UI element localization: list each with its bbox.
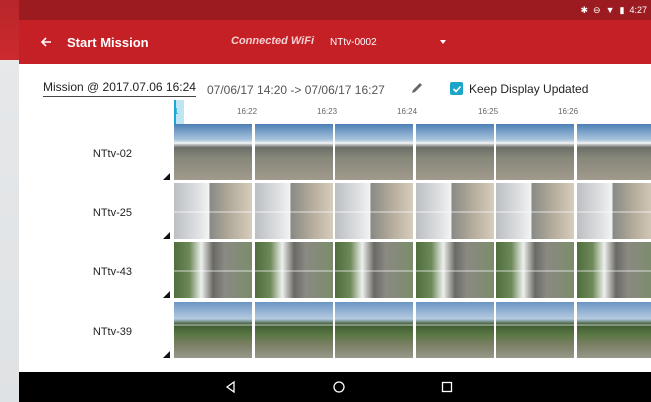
thumbnail-detail (576, 142, 651, 144)
thumbnail-detail (174, 324, 252, 326)
wifi-label: Connected WiFi (231, 35, 315, 47)
circle-home-icon (333, 381, 345, 393)
nav-back-button[interactable] (224, 380, 238, 394)
thumbnail-detail (174, 211, 252, 213)
thumbnail-detail (174, 142, 252, 144)
camera-thumbnail[interactable] (576, 242, 651, 298)
timeline-tick: 16:26 (558, 107, 579, 116)
thumbnail-detail (496, 270, 574, 272)
camera-thumbnail[interactable] (254, 302, 333, 358)
camera-thumbnail[interactable] (576, 124, 651, 180)
row-expand-icon[interactable] (163, 173, 170, 180)
thumbnail-detail (335, 270, 413, 272)
thumbnail-detail (254, 270, 333, 272)
tablet-screen: ✱ ⊖ ▼ ▮ 4:27 Start Mission Connected WiF… (19, 0, 651, 402)
camera-thumbnail[interactable] (496, 242, 574, 298)
camera-thumbnail[interactable] (335, 183, 413, 239)
camera-thumbnail[interactable] (415, 302, 494, 358)
row-expand-icon[interactable] (163, 232, 170, 239)
status-bar: ✱ ⊖ ▼ ▮ 4:27 (19, 0, 651, 20)
camera-thumbnail[interactable] (254, 124, 333, 180)
camera-thumbnail[interactable] (335, 242, 413, 298)
camera-thumbnail[interactable] (415, 242, 494, 298)
row-expand-icon[interactable] (163, 351, 170, 358)
bluetooth-icon: ✱ (580, 4, 589, 15)
thumbnail-detail (576, 270, 651, 272)
camera-thumbnail[interactable] (174, 302, 252, 358)
thumbnail-detail (576, 324, 651, 326)
status-time: 4:27 (629, 5, 647, 15)
timeline-tick: 16:23 (317, 107, 338, 116)
mission-name-field[interactable]: Mission @ 2017.07.06 16:24 (43, 80, 196, 97)
wifi-icon: ▼ (605, 4, 615, 15)
background-left (0, 0, 19, 402)
thumbnail-detail (254, 211, 333, 213)
mission-range: 07/06/17 14:20 -> 07/06/17 16:27 (207, 83, 385, 97)
camera-thumbnail[interactable] (174, 183, 252, 239)
camera-thumbnail[interactable] (496, 302, 574, 358)
camera-thumbnail[interactable] (496, 183, 574, 239)
camera-thumbnail[interactable] (576, 302, 651, 358)
thumbnail-detail (335, 142, 413, 144)
chevron-down-icon (440, 40, 446, 44)
wifi-dropdown-value: NTtv-0002 (330, 36, 377, 48)
keep-updated-label: Keep Display Updated (469, 82, 589, 96)
row-label: NTtv-39 (92, 326, 132, 338)
thumbnail-detail (496, 211, 574, 213)
thumbnail-detail (415, 324, 494, 326)
page-title: Start Mission (67, 34, 149, 50)
thumbnail-detail (254, 142, 333, 144)
back-button[interactable] (35, 31, 57, 53)
check-icon (452, 85, 461, 93)
row-label: NTtv-25 (92, 207, 132, 219)
camera-thumbnail[interactable] (174, 124, 252, 180)
timeline-header: 1 16:22 16:23 16:24 16:25 16:26 (174, 100, 636, 124)
thumbnail-detail (415, 270, 494, 272)
camera-thumbnail[interactable] (415, 124, 494, 180)
thumbnail-detail (496, 324, 574, 326)
row-expand-icon[interactable] (163, 291, 170, 298)
arrow-left-icon (40, 37, 51, 47)
camera-thumbnail[interactable] (174, 242, 252, 298)
battery-icon: ▮ (619, 4, 625, 15)
camera-thumbnail[interactable] (496, 124, 574, 180)
camera-thumbnail[interactable] (415, 183, 494, 239)
camera-thumbnail[interactable] (254, 183, 333, 239)
nav-home-button[interactable] (332, 380, 346, 394)
row-label: NTtv-43 (92, 266, 132, 278)
nav-recents-button[interactable] (440, 380, 454, 394)
timeline-tick: 16:24 (397, 107, 418, 116)
timeline-cursor-label: 1 (174, 107, 179, 116)
camera-thumbnail[interactable] (576, 183, 651, 239)
thumbnail-detail (415, 142, 494, 144)
row-label: NTtv-02 (92, 148, 132, 160)
background-band (0, 0, 19, 60)
square-recents-icon (441, 381, 453, 393)
camera-thumbnail[interactable] (335, 124, 413, 180)
wifi-dropdown[interactable]: NTtv-0002 (328, 29, 450, 55)
timeline-tick: 16:22 (237, 107, 258, 116)
app-bar: Start Mission Connected WiFi NTtv-0002 (19, 20, 651, 64)
thumbnail-detail (496, 142, 574, 144)
minus-circle-icon: ⊖ (593, 4, 601, 15)
thumbnail-detail (576, 211, 651, 213)
mission-controls: Mission @ 2017.07.06 16:24 07/06/17 14:2… (19, 64, 651, 104)
thumbnail-detail (335, 211, 413, 213)
camera-thumbnail[interactable] (335, 302, 413, 358)
thumbnail-detail (415, 211, 494, 213)
keep-updated-checkbox[interactable] (450, 82, 463, 95)
system-nav-bar (19, 372, 651, 402)
pencil-icon (412, 83, 422, 93)
thumbnail-detail (335, 324, 413, 326)
camera-thumbnail[interactable] (254, 242, 333, 298)
timeline-tick: 16:25 (478, 107, 499, 116)
edit-button[interactable] (410, 81, 424, 95)
thumbnail-detail (254, 324, 333, 326)
thumbnail-detail (174, 270, 252, 272)
triangle-back-icon (225, 380, 235, 394)
